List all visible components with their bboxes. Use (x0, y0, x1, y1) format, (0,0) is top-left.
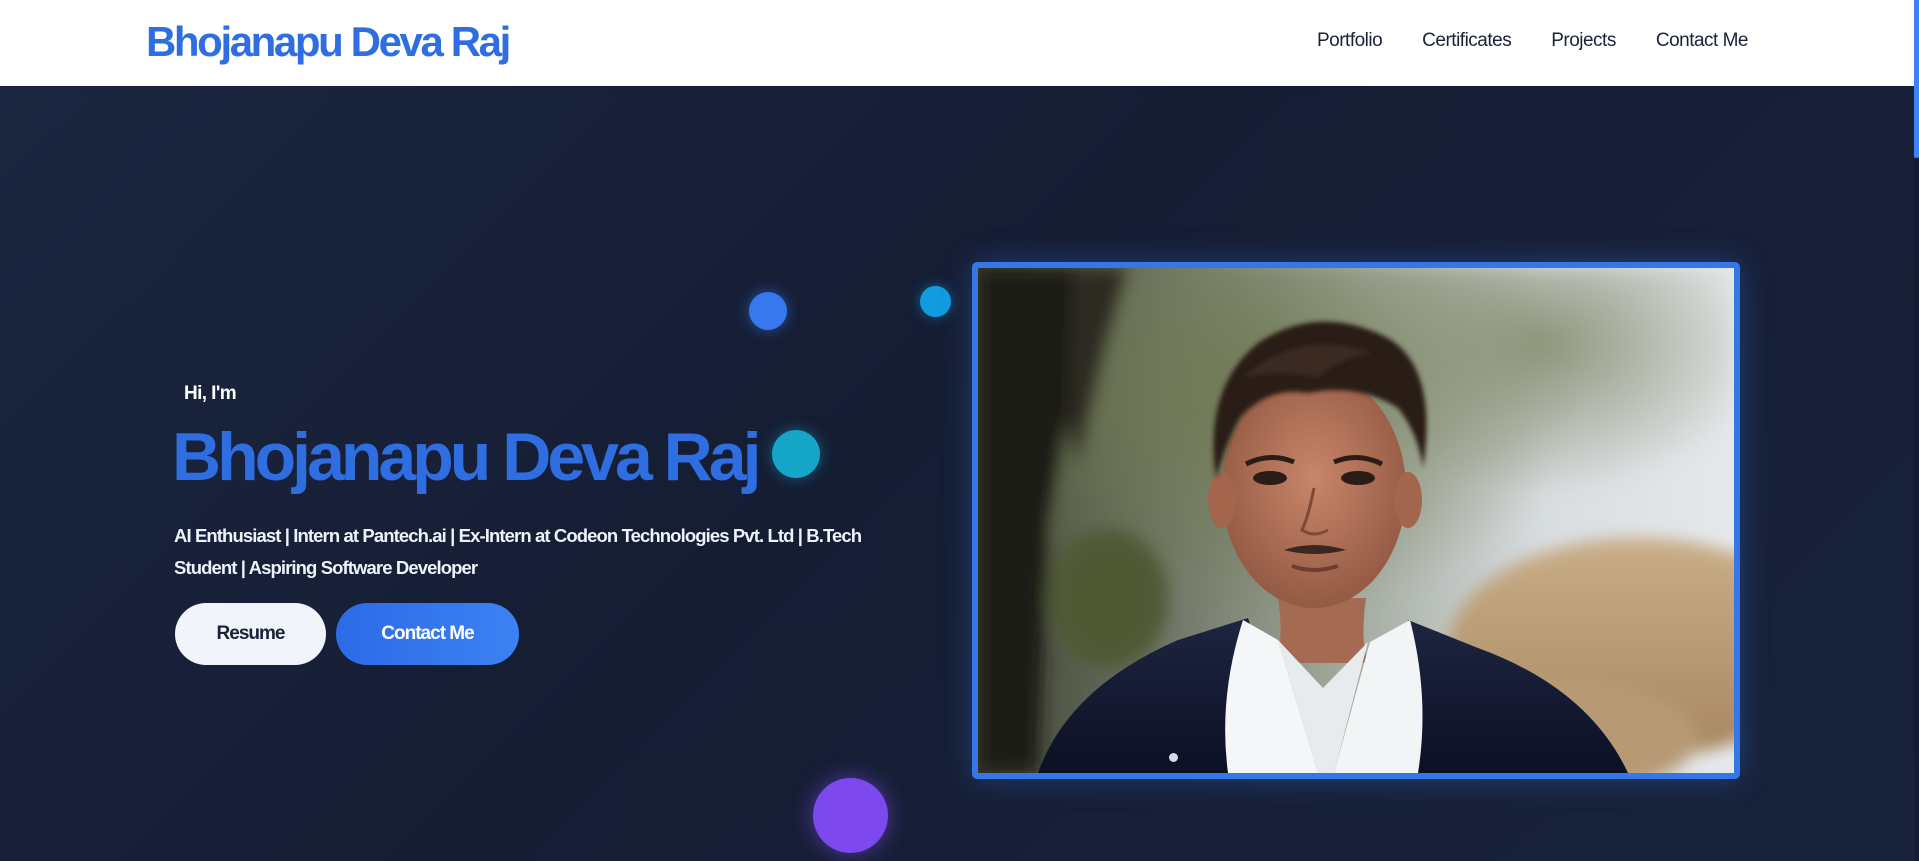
decorative-bubble-teal (772, 430, 820, 478)
portrait-photo (978, 268, 1734, 773)
decorative-bubble-purple (813, 778, 888, 853)
photo-indicator-dot (1169, 753, 1178, 762)
scrollbar[interactable] (1914, 0, 1919, 861)
decorative-bubble-cyan (920, 286, 951, 317)
scrollbar-thumb[interactable] (1914, 0, 1919, 158)
main-nav: Portfolio Certificates Projects Contact … (1317, 28, 1749, 54)
nav-projects[interactable]: Projects (1551, 28, 1616, 54)
contact-me-button[interactable]: Contact Me (336, 603, 519, 665)
brand-logo[interactable]: Bhojanapu Deva Raj (146, 16, 511, 68)
hero-tagline: AI Enthusiast | Intern at Pantech.ai | E… (174, 525, 862, 578)
nav-certificates[interactable]: Certificates (1422, 28, 1512, 54)
page: Bhojanapu Deva Raj Portfolio Certificate… (0, 0, 1919, 861)
site-header: Bhojanapu Deva Raj Portfolio Certificate… (0, 0, 1914, 86)
decorative-bubble-blue (749, 292, 787, 330)
nav-portfolio[interactable]: Portfolio (1317, 28, 1383, 54)
hero-greeting: Hi, I'm (184, 383, 237, 404)
nav-contact-me[interactable]: Contact Me (1656, 28, 1749, 54)
resume-button[interactable]: Resume (175, 603, 326, 665)
hero-name: Bhojanapu Deva Raj (172, 419, 761, 495)
profile-photo-frame (972, 262, 1740, 779)
